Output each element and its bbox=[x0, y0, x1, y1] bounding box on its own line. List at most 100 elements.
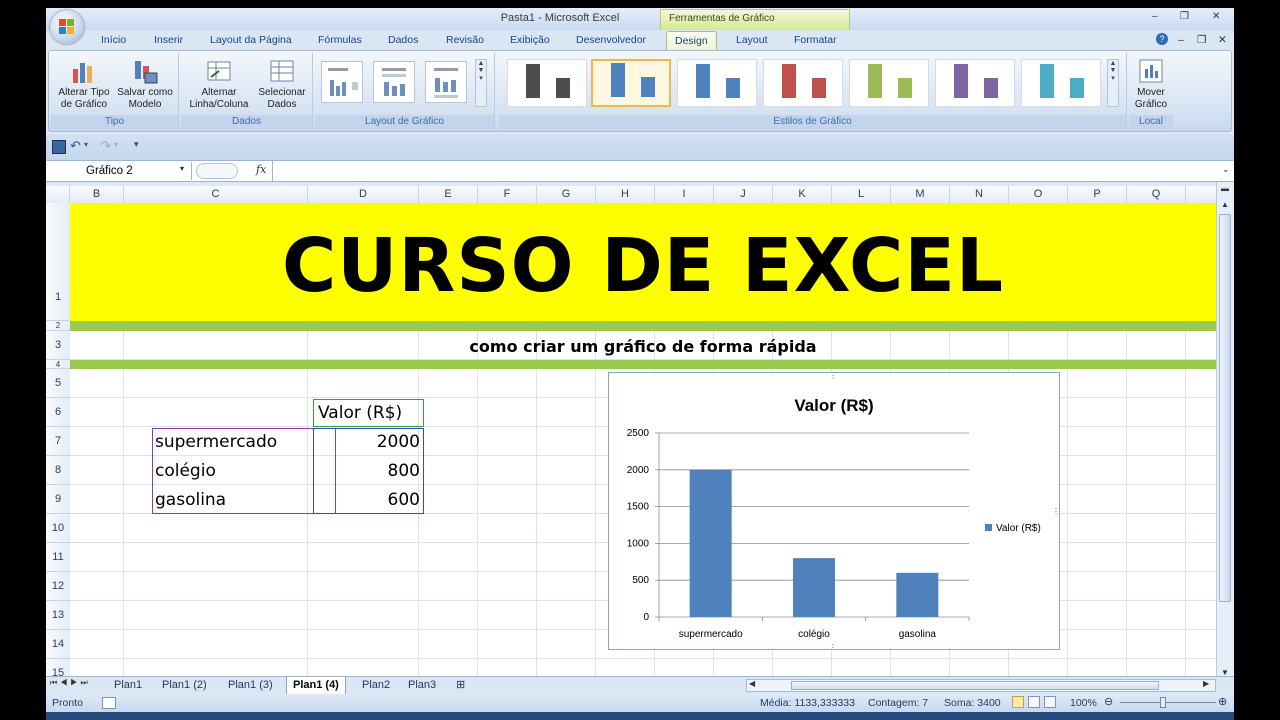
sheet-tab-plan1-2[interactable]: Plan1 (2) bbox=[156, 677, 213, 694]
column-header-g[interactable]: G bbox=[537, 186, 596, 203]
select-all-corner[interactable] bbox=[46, 186, 70, 203]
insert-sheet-icon[interactable]: ⊞ bbox=[450, 677, 471, 694]
macro-record-icon[interactable] bbox=[102, 697, 116, 709]
row-header-6[interactable]: 6 bbox=[46, 398, 70, 427]
change-chart-type-button[interactable]: Alterar Tipo de Gráfico bbox=[53, 57, 115, 111]
select-data-button[interactable]: Selecionar Dados bbox=[253, 57, 311, 111]
sheet-tab-plan1[interactable]: Plan1 bbox=[108, 677, 148, 694]
cell-d8[interactable]: 800 bbox=[320, 461, 420, 481]
row-header-13[interactable]: 13 bbox=[46, 601, 70, 630]
tab-layout-pagina[interactable]: Layout da Página bbox=[210, 34, 292, 46]
page-break-view-icon[interactable] bbox=[1044, 696, 1056, 708]
doc-minimize-icon[interactable]: – bbox=[1178, 34, 1184, 46]
sheet-nav-icons[interactable]: ⏮◀▶⏭ bbox=[50, 678, 91, 688]
split-handle-icon[interactable]: ▬ bbox=[1221, 184, 1229, 193]
normal-view-icon[interactable] bbox=[1012, 696, 1024, 708]
column-header-p[interactable]: P bbox=[1068, 186, 1127, 203]
embedded-chart[interactable]: Valor (R$) 0 500 1000 1500 2000 2500 supermerca… bbox=[604, 371, 1060, 652]
row-header-14[interactable]: 14 bbox=[46, 630, 70, 659]
column-header-c[interactable]: C bbox=[124, 186, 308, 203]
vertical-scrollbar[interactable]: ▬ ▲ ▼ bbox=[1216, 182, 1234, 682]
scroll-right-icon[interactable]: ▶ bbox=[1203, 679, 1209, 688]
undo-icon[interactable]: ↶ bbox=[70, 138, 81, 154]
page-layout-view-icon[interactable] bbox=[1028, 696, 1040, 708]
chart-style-7[interactable] bbox=[1021, 59, 1101, 107]
zoom-level[interactable]: 100% bbox=[1070, 697, 1097, 709]
tab-layout[interactable]: Layout bbox=[736, 34, 768, 46]
tab-formatar[interactable]: Formatar bbox=[794, 34, 837, 46]
horizontal-scroll-thumb[interactable] bbox=[791, 681, 1159, 690]
redo-dropdown-icon[interactable]: ▾ bbox=[114, 140, 118, 149]
column-header-b[interactable]: B bbox=[70, 186, 124, 203]
row-header-8[interactable]: 8 bbox=[46, 456, 70, 485]
redo-icon[interactable]: ↷ bbox=[100, 138, 111, 154]
scroll-up-icon[interactable]: ▲ bbox=[1221, 200, 1229, 209]
styles-gallery-scroll[interactable]: ▲ ▼ ▾ bbox=[1107, 59, 1119, 107]
scroll-left-icon[interactable]: ◀ bbox=[749, 679, 755, 688]
name-box-dropdown-icon[interactable]: ▾ bbox=[180, 164, 184, 173]
restore-icon[interactable]: ❐ bbox=[1180, 11, 1189, 22]
zoom-slider-thumb[interactable] bbox=[1160, 697, 1166, 708]
row-header-7[interactable]: 7 bbox=[46, 427, 70, 456]
cell-d7[interactable]: 2000 bbox=[320, 432, 420, 452]
tab-inserir[interactable]: Inserir bbox=[154, 34, 183, 46]
cell-c9[interactable]: gasolina bbox=[155, 490, 226, 510]
cell-c8[interactable]: colégio bbox=[155, 461, 216, 481]
sheet-tab-plan2[interactable]: Plan2 bbox=[356, 677, 396, 694]
column-header-d[interactable]: D bbox=[308, 186, 419, 203]
formula-input[interactable] bbox=[272, 161, 1223, 181]
cell-d6[interactable]: Valor (R$) bbox=[318, 403, 402, 423]
help-icon[interactable]: ? bbox=[1156, 33, 1168, 45]
insert-function-icon[interactable]: fx bbox=[256, 163, 266, 176]
tab-revisao[interactable]: Revisão bbox=[446, 34, 484, 46]
column-header-i[interactable]: I bbox=[655, 186, 714, 203]
chart-style-5[interactable] bbox=[849, 59, 929, 107]
formula-expand-icon[interactable]: ⌄ bbox=[1222, 164, 1230, 175]
row-header-10[interactable]: 10 bbox=[46, 514, 70, 543]
row-header-5[interactable]: 5 bbox=[46, 369, 70, 398]
column-header-k[interactable]: K bbox=[773, 186, 832, 203]
zoom-in-icon[interactable]: ⊕ bbox=[1218, 695, 1227, 708]
row-header-1[interactable]: 1 bbox=[46, 203, 70, 321]
name-box[interactable]: Gráfico 2 bbox=[46, 162, 192, 180]
chart-style-2[interactable] bbox=[591, 59, 671, 107]
chart-layout-1-thumb[interactable] bbox=[321, 61, 363, 103]
switch-row-column-button[interactable]: Alternar Linha/Coluna bbox=[183, 57, 255, 111]
chart-style-1[interactable] bbox=[507, 59, 587, 107]
horizontal-scrollbar[interactable]: ◀ ▶ bbox=[746, 679, 1216, 692]
column-header-j[interactable]: J bbox=[714, 186, 773, 203]
column-header-h[interactable]: H bbox=[596, 186, 655, 203]
close-icon[interactable]: ✕ bbox=[1212, 11, 1220, 22]
tab-exibicao[interactable]: Exibição bbox=[510, 34, 550, 46]
chart-style-6[interactable] bbox=[935, 59, 1015, 107]
layout-gallery-scroll[interactable]: ▲ ▼ ▾ bbox=[475, 59, 487, 107]
chart-style-3[interactable] bbox=[677, 59, 757, 107]
row-header-12[interactable]: 12 bbox=[46, 572, 70, 601]
cell-c7[interactable]: supermercado bbox=[155, 432, 277, 452]
save-template-button[interactable]: Salvar como Modelo bbox=[115, 57, 175, 111]
undo-dropdown-icon[interactable]: ▾ bbox=[84, 140, 88, 149]
chart-layout-2-thumb[interactable] bbox=[373, 61, 415, 103]
row-header-2[interactable]: 2 bbox=[46, 321, 70, 331]
tab-design[interactable]: Design bbox=[666, 31, 717, 50]
row-header-9[interactable]: 9 bbox=[46, 485, 70, 514]
doc-restore-icon[interactable]: ❐ bbox=[1197, 34, 1206, 46]
sheet-tab-plan3[interactable]: Plan3 bbox=[402, 677, 442, 694]
row-header-3[interactable]: 3 bbox=[46, 331, 70, 360]
row-header-4[interactable]: 4 bbox=[46, 360, 70, 369]
cell-d9[interactable]: 600 bbox=[320, 490, 420, 510]
tab-desenvolvedor[interactable]: Desenvolvedor bbox=[576, 34, 646, 46]
minimize-icon[interactable]: – bbox=[1152, 11, 1158, 22]
column-header-m[interactable]: M bbox=[891, 186, 950, 203]
zoom-out-icon[interactable]: ⊖ bbox=[1104, 695, 1113, 708]
column-header-q[interactable]: Q bbox=[1127, 186, 1186, 203]
chart-style-4[interactable] bbox=[763, 59, 843, 107]
tab-inicio[interactable]: Início bbox=[101, 34, 126, 46]
office-button[interactable] bbox=[50, 10, 84, 44]
column-header-o[interactable]: O bbox=[1009, 186, 1068, 203]
sheet-tab-plan1-4[interactable]: Plan1 (4) bbox=[286, 677, 346, 695]
customize-qat-icon[interactable]: ▾ bbox=[134, 139, 139, 150]
column-header-f[interactable]: F bbox=[478, 186, 537, 203]
move-chart-button[interactable]: Mover Gráfico bbox=[1129, 57, 1173, 111]
sheet-tab-plan1-3[interactable]: Plan1 (3) bbox=[222, 677, 279, 694]
